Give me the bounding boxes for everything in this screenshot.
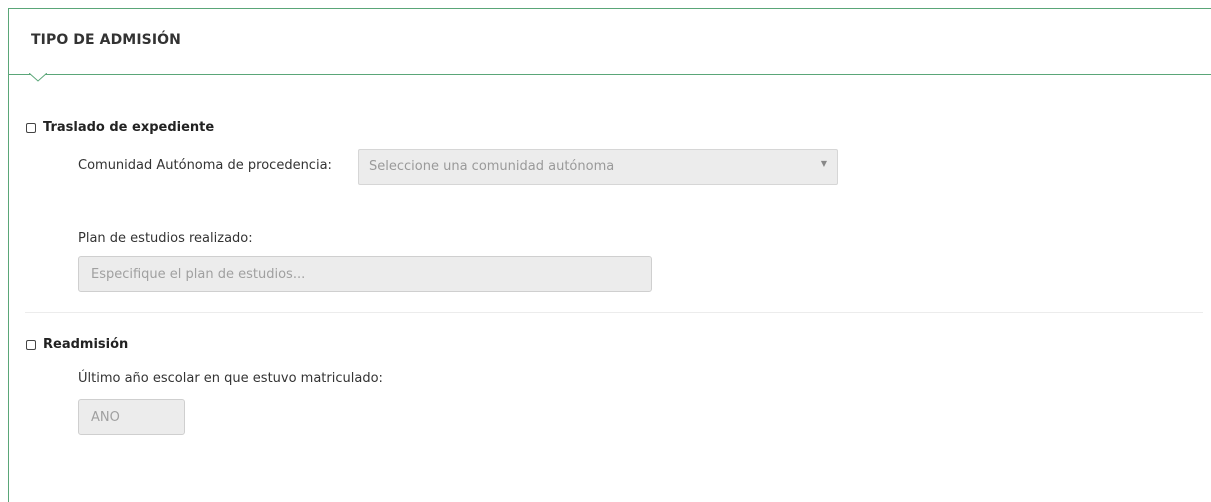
traslado-checkbox-label: Traslado de expediente [43, 120, 215, 135]
plan-input[interactable] [78, 256, 652, 292]
panel-header: TIPO DE ADMISIÓN [9, 9, 1211, 75]
admission-type-panel: TIPO DE ADMISIÓN Traslado de expediente … [8, 8, 1211, 502]
year-label: Último año escolar en que estuvo matricu… [78, 371, 383, 386]
comunidad-select-value: Seleccione una comunidad autónoma [369, 159, 615, 174]
traslado-checkbox[interactable] [26, 122, 36, 133]
plan-label: Plan de estudios realizado: [78, 231, 253, 246]
readmision-checkbox-label: Readmisión [43, 337, 129, 352]
readmision-checkbox-row[interactable]: Readmisión [26, 337, 128, 352]
year-input[interactable] [78, 399, 185, 435]
panel-title: TIPO DE ADMISIÓN [31, 32, 181, 48]
chevron-down-icon: ▼ [820, 159, 827, 168]
section-divider [25, 312, 1203, 313]
comunidad-label: Comunidad Autónoma de procedencia: [78, 158, 332, 173]
comunidad-select[interactable]: Seleccione una comunidad autónoma ▼ [358, 149, 838, 185]
traslado-checkbox-row[interactable]: Traslado de expediente [26, 120, 214, 135]
readmision-checkbox[interactable] [26, 339, 36, 350]
